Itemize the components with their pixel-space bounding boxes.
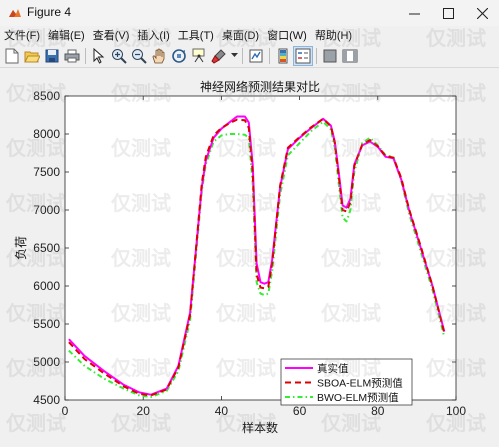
window-title: Figure 4	[27, 5, 72, 19]
pan-button[interactable]	[149, 46, 169, 66]
legend-icon	[295, 48, 311, 63]
menu-help[interactable]: 帮助(H)	[311, 27, 356, 43]
x-tick-label: 60	[293, 404, 307, 418]
data-cursor-icon	[192, 48, 205, 62]
menu-tools[interactable]: 工具(T)	[174, 27, 218, 43]
menu-view[interactable]: 查看(V)	[89, 27, 134, 43]
x-tick-label: 0	[62, 404, 69, 418]
maximize-icon	[442, 7, 454, 19]
y-tick-label: 5000	[33, 355, 60, 369]
figure-toolbar	[0, 44, 499, 68]
chart-title: 神经网络预测结果对比	[200, 79, 320, 94]
minimize-icon	[408, 13, 420, 14]
open-file-icon	[24, 51, 40, 62]
new-figure-button[interactable]	[2, 46, 22, 66]
zoom-out-button[interactable]	[129, 46, 149, 66]
menu-window[interactable]: 窗口(W)	[263, 27, 311, 43]
menu-edit[interactable]: 编辑(E)	[44, 27, 89, 43]
chevron-down-icon	[230, 53, 238, 57]
link-plot-button[interactable]	[246, 46, 266, 66]
y-tick-label: 7500	[33, 165, 60, 179]
x-tick-label: 80	[371, 404, 385, 418]
toolbar-separator	[242, 47, 243, 64]
link-plot-icon	[249, 49, 263, 62]
y-tick-label: 8500	[33, 89, 60, 103]
data-cursor-button[interactable]	[189, 46, 209, 66]
y-tick-label: 4500	[33, 393, 60, 407]
save-button[interactable]	[42, 46, 62, 66]
new-figure-icon	[5, 48, 19, 63]
print-icon	[64, 49, 80, 62]
pan-hand-icon	[152, 48, 165, 63]
toolbar-separator	[316, 47, 317, 64]
close-icon	[476, 7, 488, 19]
hide-plot-tools-button[interactable]	[320, 46, 340, 66]
zoom-out-icon	[132, 48, 147, 64]
menu-desktop[interactable]: 桌面(D)	[218, 27, 263, 43]
x-tick-label: 20	[137, 404, 151, 418]
matlab-figure-icon	[9, 9, 21, 17]
legend-label: BWO-ELM预测值	[317, 391, 399, 404]
y-tick-label: 6000	[33, 279, 60, 293]
show-plot-tools-button[interactable]	[340, 46, 360, 66]
x-tick-label: 40	[215, 404, 229, 418]
close-button[interactable]	[465, 0, 499, 26]
save-icon	[45, 49, 59, 62]
y-tick-label: 5500	[33, 317, 60, 331]
colorbar-icon	[278, 48, 288, 63]
y-tick-label: 7000	[33, 203, 60, 217]
brush-icon	[211, 48, 226, 64]
plot-area	[64, 95, 457, 401]
menu-file[interactable]: 文件(F)	[0, 27, 44, 43]
line-chart: 神经网络预测结果对比 样本数 负荷 0 20 40 60 80 100 4500 5000 5…	[0, 69, 499, 442]
hide-plot-tools-icon	[323, 49, 337, 62]
brush-button[interactable]	[209, 46, 229, 66]
show-plot-tools-icon	[342, 49, 358, 62]
toolbar-separator	[85, 47, 86, 64]
legend-label: 真实值	[317, 362, 349, 375]
menu-insert[interactable]: 插入(I)	[133, 27, 173, 43]
brush-dropdown[interactable]	[229, 46, 239, 66]
print-button[interactable]	[62, 46, 82, 66]
rotate-3d-icon	[172, 48, 186, 63]
y-axis-label: 负荷	[14, 236, 28, 260]
rotate-3d-button[interactable]	[169, 46, 189, 66]
zoom-in-icon	[112, 48, 127, 64]
x-tick-label: 100	[446, 404, 466, 418]
edit-plot-button[interactable]	[89, 46, 109, 66]
toolbar-separator	[269, 47, 270, 64]
legend[interactable]: 真实值 SBOA-ELM预测值BWO-ELM预测值	[280, 358, 413, 406]
y-tick-label: 6500	[33, 241, 60, 255]
menu-bar: 文件(F) 编辑(E) 查看(V) 插入(I) 工具(T) 桌面(D) 窗口(W…	[0, 26, 499, 44]
colorbar-button[interactable]	[273, 46, 293, 66]
legend-label: SBOA-ELM预测值	[317, 377, 403, 390]
y-tick-label: 8000	[33, 127, 60, 141]
x-axis-label: 样本数	[242, 420, 278, 435]
legend-button[interactable]	[293, 45, 313, 66]
open-file-button[interactable]	[22, 46, 42, 66]
arrow-pointer-icon	[93, 47, 105, 64]
title-bar: Figure 4	[0, 0, 499, 27]
zoom-in-button[interactable]	[109, 46, 129, 66]
minimize-button[interactable]	[397, 0, 431, 26]
maximize-button[interactable]	[431, 0, 465, 26]
figure-canvas[interactable]: 神经网络预测结果对比 样本数 负荷 0 20 40 60 80 100 4500 5000 5…	[0, 69, 499, 442]
